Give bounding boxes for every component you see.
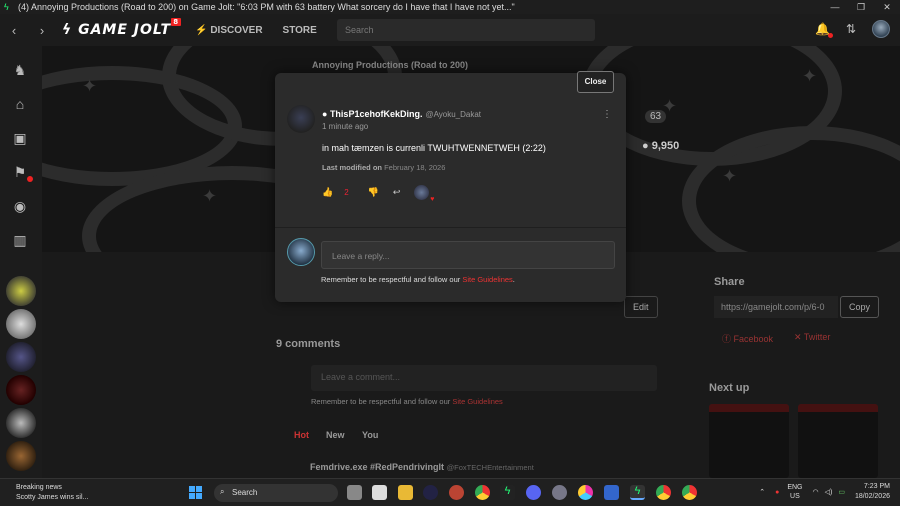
bottom-post-title[interactable]: Femdrive.exe #RedPendrivingIt @FoxTECHEn…: [310, 462, 534, 472]
notifications-bell-icon[interactable]: 🔔: [815, 22, 833, 38]
community-avatar-3[interactable]: [6, 342, 36, 372]
facebook-share-link[interactable]: ⓕ Facebook: [722, 332, 773, 345]
last-modified: Last modified on February 18, 2026: [322, 163, 446, 172]
library-icon[interactable]: ▥: [10, 230, 30, 250]
maximize-button[interactable]: ❐: [848, 2, 874, 13]
share-heading: Share: [714, 276, 745, 288]
next-up-thumb-1[interactable]: [709, 404, 789, 478]
gamejolt-logo[interactable]: ϟ GAME JOLT 8: [62, 18, 182, 38]
tray-app-icon[interactable]: ●: [775, 489, 779, 496]
discord-icon[interactable]: [526, 485, 541, 500]
task-view-icon[interactable]: [347, 485, 362, 500]
realms-icon[interactable]: ♞: [10, 60, 30, 80]
heart-icon: ♥: [430, 196, 435, 203]
quests-icon[interactable]: ⚑: [10, 162, 33, 182]
commenter-name[interactable]: ● ThisP1cehofKekDing. @Ayoku_Dakat: [322, 109, 481, 119]
chrome-profile-2-icon[interactable]: [682, 485, 697, 500]
logo-badge: 8: [171, 18, 182, 26]
gamejolt-app-icon[interactable]: ϟ: [500, 485, 515, 500]
community-avatar-1[interactable]: [6, 276, 36, 306]
friends-icon[interactable]: ⇅: [846, 22, 856, 36]
roblox-icon[interactable]: [604, 485, 619, 500]
forward-arrow-icon[interactable]: ›: [28, 23, 56, 38]
tab-hot[interactable]: Hot: [294, 430, 309, 440]
share-url-field[interactable]: https://gamejolt.com/p/6-0: [714, 296, 838, 318]
news-widget[interactable]: Breaking news Scotty James wins sil...: [16, 483, 88, 503]
commenter-avatar[interactable]: [287, 105, 315, 133]
copy-button[interactable]: Copy: [840, 296, 880, 318]
user-avatar[interactable]: [872, 20, 890, 38]
gamejolt-favicon-icon: ϟ: [4, 2, 9, 12]
community-avatar-5[interactable]: [6, 408, 36, 438]
level-badge: 63: [645, 110, 667, 123]
language-indicator[interactable]: ENG US: [787, 483, 802, 501]
top-navigation: ‹ › ϟ GAME JOLT8 ⚡ DISCOVER STORE ⋮ Sear…: [0, 14, 900, 46]
like-icon[interactable]: 👍: [322, 187, 333, 198]
minimize-button[interactable]: —: [822, 2, 848, 12]
store-app-icon[interactable]: [372, 485, 387, 500]
sonic-app-icon[interactable]: [423, 485, 438, 500]
discover-link[interactable]: ⚡ DISCOVER: [195, 25, 262, 36]
comment-text: in mah tæmzen is currenli TWUHTWENNETWEH…: [322, 143, 546, 153]
search-icon: ⌕: [220, 487, 225, 496]
close-window-button[interactable]: ✕: [874, 2, 900, 13]
paint-app-icon[interactable]: [578, 485, 593, 500]
reply-icon[interactable]: ↩: [393, 187, 401, 198]
comment-options-icon[interactable]: ⋮: [602, 109, 612, 120]
twitter-share-link[interactable]: ✕ Twitter: [794, 332, 830, 343]
community-avatar-2[interactable]: [6, 309, 36, 339]
comment-timestamp: 1 minute ago: [322, 122, 369, 131]
reaction-avatar[interactable]: ♥: [414, 185, 434, 203]
tab-new[interactable]: New: [326, 430, 345, 440]
wifi-icon[interactable]: ◠: [813, 488, 819, 496]
chat-icon[interactable]: ◉: [10, 196, 30, 216]
file-explorer-icon[interactable]: [398, 485, 413, 500]
battery-icon[interactable]: ▭: [838, 488, 845, 496]
windows-start-icon[interactable]: [189, 486, 202, 499]
store-link[interactable]: STORE: [283, 25, 317, 36]
search-input[interactable]: Search: [337, 19, 595, 41]
chrome-icon[interactable]: [475, 485, 490, 500]
back-arrow-icon[interactable]: ‹: [0, 23, 28, 38]
dislike-icon[interactable]: 👎: [368, 187, 379, 198]
window-titlebar: ϟ (4) Annoying Productions (Road to 200)…: [0, 0, 900, 14]
next-up-heading: Next up: [709, 382, 750, 394]
clock[interactable]: 7:23 PM 18/02/2026: [855, 482, 890, 502]
reply-input[interactable]: Leave a reply...: [321, 241, 615, 269]
coin-count: ● 9,950: [642, 140, 680, 152]
comment-thread-modal: Close ● ThisP1cehofKekDing. @Ayoku_Dakat …: [275, 71, 626, 302]
reply-user-avatar: [287, 238, 315, 266]
chrome-profile-1-icon[interactable]: [656, 485, 671, 500]
backpack-icon[interactable]: ▣: [10, 128, 30, 148]
volume-icon[interactable]: ◁): [825, 488, 833, 496]
leave-comment-input[interactable]: Leave a comment...: [311, 365, 657, 391]
community-avatar-6[interactable]: [6, 441, 36, 471]
site-guidelines-link[interactable]: Site Guidelines: [462, 275, 512, 284]
edit-button[interactable]: Edit: [624, 296, 658, 318]
shop-icon[interactable]: ⌂: [10, 94, 30, 114]
community-avatar-4[interactable]: [6, 375, 36, 405]
gamejolt-active-icon[interactable]: ϟ: [630, 485, 645, 500]
close-button[interactable]: Close: [577, 71, 614, 93]
comments-heading: 9 comments: [276, 338, 341, 350]
modal-divider: [275, 227, 626, 228]
taskbar-search[interactable]: ⌕ Search: [214, 484, 338, 502]
tray-expand-icon[interactable]: ⌃: [759, 488, 765, 496]
post-author-name[interactable]: Annoying Productions (Road to 200): [312, 60, 468, 70]
reply-guidelines-note: Remember to be respectful and follow our…: [321, 275, 515, 284]
left-sidebar: ♞ ⌂ ▣ ⚑ ◉ ▥: [0, 46, 42, 478]
tab-you[interactable]: You: [362, 430, 378, 440]
comment-guidelines-note: Remember to be respectful and follow our…: [311, 397, 503, 406]
window-title: (4) Annoying Productions (Road to 200) o…: [18, 2, 515, 12]
game-app-icon[interactable]: [449, 485, 464, 500]
next-up-thumb-2[interactable]: [798, 404, 878, 478]
settings-gear-icon[interactable]: [552, 485, 567, 500]
system-tray: ⌃ ● ENG US ◠ ◁) ▭ 7:23 PM 18/02/2026: [759, 482, 890, 502]
windows-taskbar: Breaking news Scotty James wins sil... ⌕ S…: [0, 478, 900, 506]
commenter-handle[interactable]: @Ayoku_Dakat: [425, 110, 481, 119]
like-count: 2: [344, 188, 349, 197]
